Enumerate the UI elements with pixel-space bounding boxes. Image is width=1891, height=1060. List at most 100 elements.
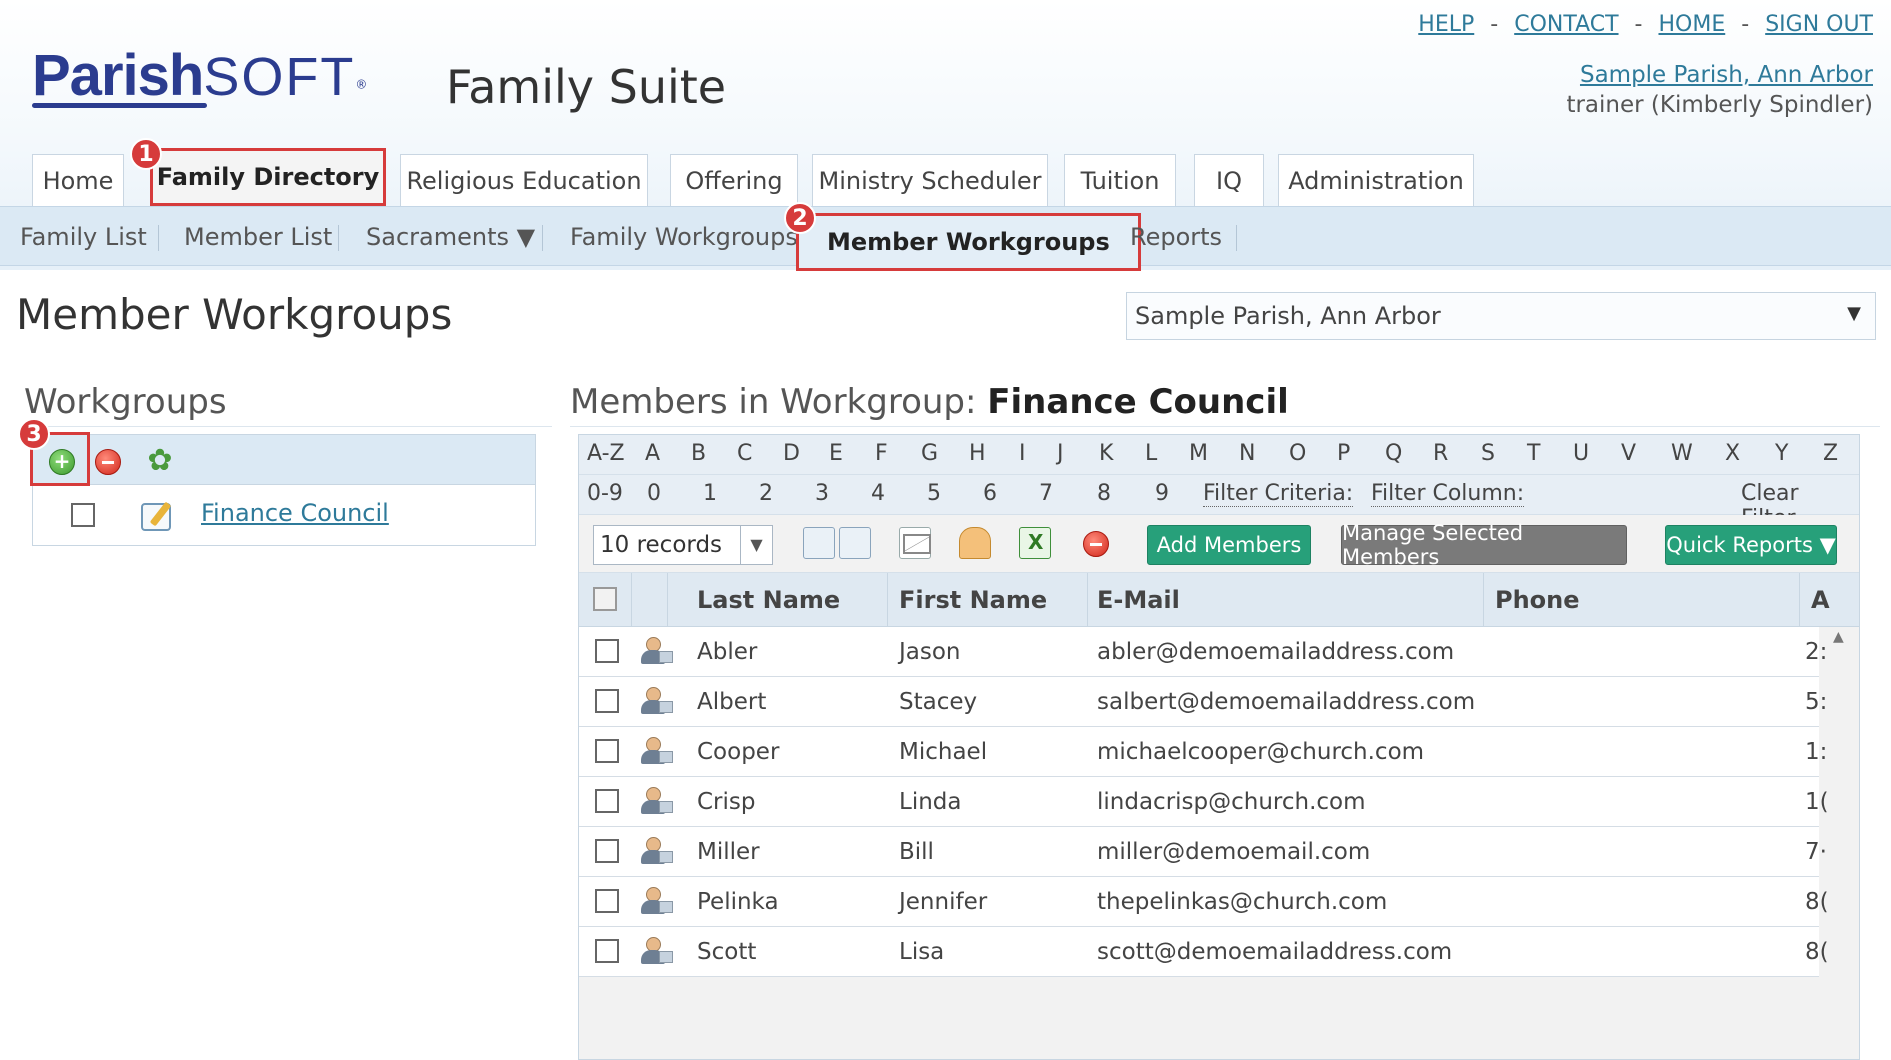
- quick-reports-button[interactable]: Quick Reports ▼: [1665, 525, 1837, 565]
- tab-offering[interactable]: Offering: [670, 154, 798, 206]
- workgroup-link-finance-council[interactable]: Finance Council: [201, 499, 389, 527]
- column-age[interactable]: A: [1811, 573, 1830, 627]
- row-checkbox[interactable]: [595, 789, 619, 813]
- tab-tuition[interactable]: Tuition: [1064, 154, 1176, 206]
- alpha-filter-item[interactable]: B: [691, 441, 706, 466]
- app-header: ParishSOFT® Family Suite HELP - CONTACT - HO…: [0, 0, 1891, 271]
- column-email[interactable]: E-Mail: [1097, 573, 1180, 627]
- digit-filter-item[interactable]: 8: [1097, 481, 1111, 506]
- alpha-filter-item[interactable]: R: [1433, 441, 1448, 466]
- digit-filter-item[interactable]: 6: [983, 481, 997, 506]
- alpha-filter-item[interactable]: G: [921, 441, 938, 466]
- subnav-family-workgroups[interactable]: Family Workgroups: [570, 207, 798, 267]
- sign-out-link[interactable]: SIGN OUT: [1765, 12, 1873, 37]
- parishsoft-logo[interactable]: ParishSOFT®: [32, 42, 367, 112]
- digit-filter-item[interactable]: 3: [815, 481, 829, 506]
- tab-administration[interactable]: Administration: [1278, 154, 1474, 206]
- edit-icon[interactable]: [141, 503, 171, 531]
- row-checkbox[interactable]: [595, 889, 619, 913]
- row-checkbox[interactable]: [595, 939, 619, 963]
- alpha-filter-item[interactable]: L: [1145, 441, 1157, 466]
- row-checkbox[interactable]: [595, 739, 619, 763]
- digit-filter-item[interactable]: 9: [1155, 481, 1169, 506]
- alpha-filter-item[interactable]: X: [1725, 441, 1740, 466]
- alpha-filter-item[interactable]: F: [875, 441, 888, 466]
- subnav-family-list[interactable]: Family List: [20, 207, 147, 267]
- alpha-filter-item[interactable]: U: [1573, 441, 1589, 466]
- subnav-sacraments[interactable]: Sacraments ▼: [366, 207, 535, 267]
- column-phone[interactable]: Phone: [1495, 573, 1580, 627]
- alpha-filter-item[interactable]: T: [1527, 441, 1540, 466]
- grid-settings-icon[interactable]: [803, 527, 835, 559]
- select-all-checkbox[interactable]: [593, 587, 617, 611]
- digit-filter-item[interactable]: 7: [1039, 481, 1053, 506]
- alpha-filter-item[interactable]: H: [969, 441, 986, 466]
- alpha-filter-item[interactable]: E: [829, 441, 843, 466]
- alpha-filter-item[interactable]: N: [1239, 441, 1255, 466]
- table-row[interactable]: Albert Stacey salbert@demoemailaddress.c…: [579, 677, 1827, 727]
- excel-icon[interactable]: [1019, 527, 1051, 559]
- parish-link[interactable]: Sample Parish, Ann Arbor: [1580, 62, 1873, 88]
- column-first-name[interactable]: First Name: [899, 573, 1047, 627]
- digit-filter-item[interactable]: 2: [759, 481, 773, 506]
- export-icon[interactable]: [839, 527, 871, 559]
- row-checkbox[interactable]: [595, 839, 619, 863]
- digit-filter-item[interactable]: 4: [871, 481, 885, 506]
- alpha-filter-item[interactable]: A: [645, 441, 660, 466]
- help-link[interactable]: HELP: [1418, 12, 1474, 37]
- alpha-filter-item[interactable]: W: [1671, 441, 1693, 466]
- tab-iq[interactable]: IQ: [1194, 154, 1264, 206]
- alpha-filter-item[interactable]: M: [1189, 441, 1208, 466]
- tab-ministry-scheduler[interactable]: Ministry Scheduler: [812, 154, 1048, 206]
- table-row[interactable]: Miller Bill miller@demoemail.com 7·: [579, 827, 1827, 877]
- alpha-filter-item[interactable]: I: [1019, 441, 1026, 466]
- records-per-page-select[interactable]: 10 records ▼: [593, 525, 773, 565]
- alpha-filter-item[interactable]: C: [737, 441, 752, 466]
- link-workgroup-icon[interactable]: ✿: [143, 446, 177, 477]
- remove-workgroup-icon[interactable]: [95, 449, 121, 475]
- alpha-filter-item[interactable]: Q: [1385, 441, 1402, 466]
- alpha-filter-item[interactable]: Z: [1823, 441, 1838, 466]
- row-checkbox[interactable]: [595, 639, 619, 663]
- table-row[interactable]: Abler Jason abler@demoemailaddress.com 2…: [579, 627, 1827, 677]
- contact-link[interactable]: CONTACT: [1514, 12, 1618, 37]
- alpha-filter-item[interactable]: P: [1337, 441, 1350, 466]
- table-row[interactable]: Scott Lisa scott@demoemailaddress.com 8(: [579, 927, 1829, 977]
- table-row[interactable]: Cooper Michael michaelcooper@church.com …: [579, 727, 1827, 777]
- parish-select[interactable]: Sample Parish, Ann Arbor ▼: [1126, 292, 1876, 340]
- tab-home[interactable]: Home: [32, 154, 124, 206]
- alpha-filter-item[interactable]: K: [1099, 441, 1113, 466]
- workgroup-checkbox[interactable]: [71, 503, 95, 527]
- digit-filter-item[interactable]: 0: [647, 481, 661, 506]
- home-link[interactable]: HOME: [1658, 12, 1725, 37]
- digit-filter-item[interactable]: 5: [927, 481, 941, 506]
- alpha-filter-item[interactable]: S: [1481, 441, 1495, 466]
- filter-criteria[interactable]: Filter Criteria:: [1203, 481, 1354, 507]
- filter-column[interactable]: Filter Column:: [1371, 481, 1525, 507]
- remove-member-icon[interactable]: [1083, 531, 1109, 557]
- digit-filter-item[interactable]: 1: [703, 481, 717, 506]
- alpha-filter-item[interactable]: D: [783, 441, 800, 466]
- digit-filter-item[interactable]: 0-9: [587, 481, 623, 506]
- members-heading: Members in Workgroup: Finance Council: [570, 382, 1880, 427]
- tab-religious-education[interactable]: Religious Education: [400, 154, 648, 206]
- labels-icon[interactable]: [959, 527, 991, 559]
- tab-family-directory[interactable]: Family Directory: [150, 148, 386, 206]
- manage-selected-members-button[interactable]: Manage Selected Members: [1341, 521, 1627, 569]
- column-last-name[interactable]: Last Name: [697, 573, 840, 627]
- alpha-filter-item[interactable]: O: [1289, 441, 1306, 466]
- alpha-filter-item[interactable]: V: [1621, 441, 1636, 466]
- table-row[interactable]: Pelinka Jennifer thepelinkas@church.com …: [579, 877, 1829, 927]
- step-marker-3: 3: [18, 418, 50, 450]
- scroll-up-icon[interactable]: ▲: [1833, 629, 1844, 645]
- subnav-member-workgroups[interactable]: Member Workgroups: [796, 213, 1141, 271]
- table-row[interactable]: Crisp Linda lindacrisp@church.com 1(: [579, 777, 1829, 827]
- alpha-filter-item[interactable]: J: [1057, 441, 1064, 466]
- alpha-filter-item[interactable]: A-Z: [587, 441, 625, 466]
- row-checkbox[interactable]: [595, 689, 619, 713]
- email-icon[interactable]: [899, 527, 931, 559]
- subnav-reports[interactable]: Reports: [1130, 207, 1222, 267]
- subnav-member-list[interactable]: Member List: [184, 207, 332, 267]
- alpha-filter-item[interactable]: Y: [1775, 441, 1788, 466]
- add-members-button[interactable]: Add Members: [1147, 525, 1311, 565]
